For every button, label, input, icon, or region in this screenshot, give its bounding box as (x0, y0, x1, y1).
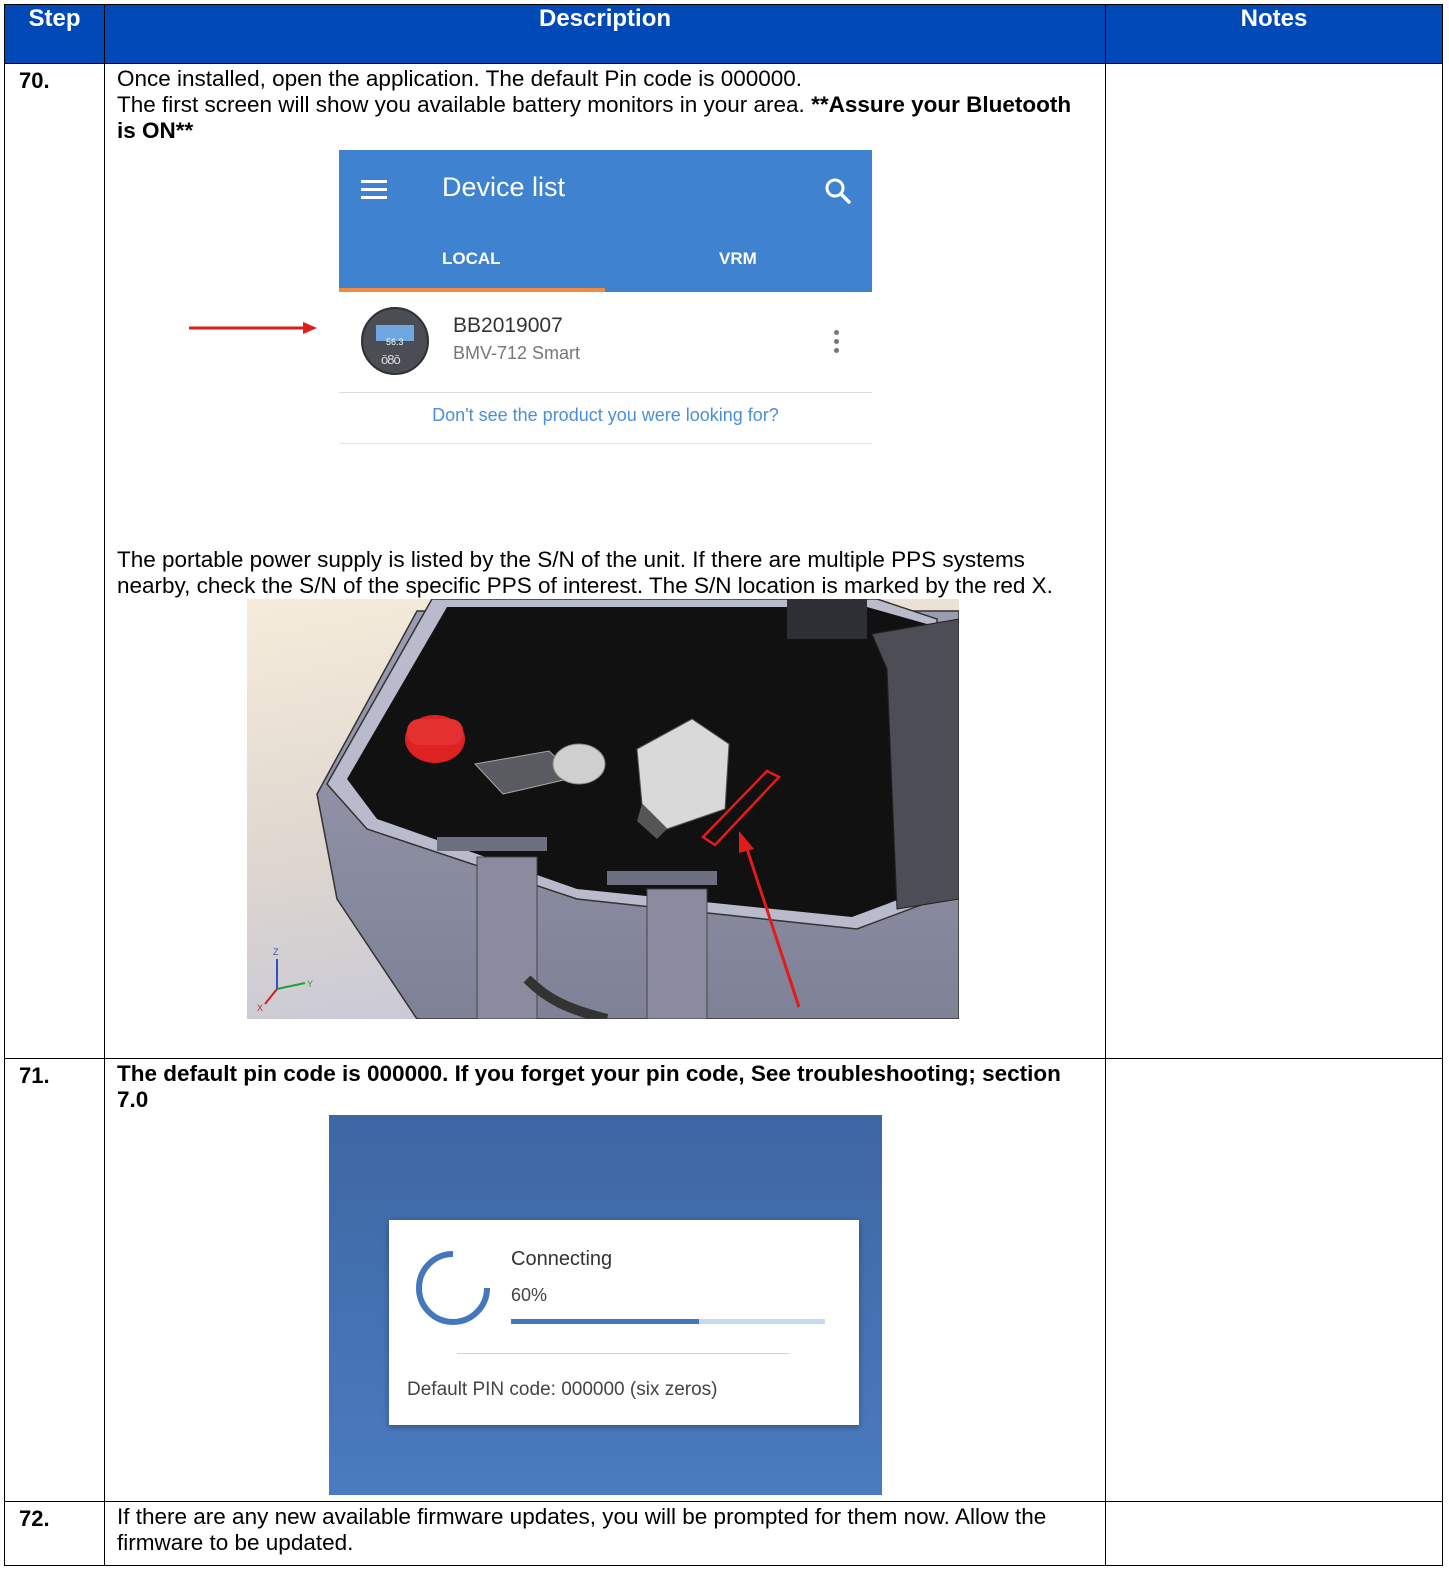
device-list-screenshot: Device list LOCAL VRM 56.3 ō8ō BB2019007 (339, 150, 872, 445)
screen-title: Device list (442, 172, 566, 202)
device-display: 56.3 (376, 325, 414, 347)
red-arrow-icon (189, 322, 317, 334)
tab-vrm[interactable]: VRM (719, 246, 757, 272)
progress-percent: 60% (511, 1285, 548, 1305)
instruction-text: The first screen will show you available… (117, 92, 1072, 143)
procedure-table: Step Description Notes 70. Once installe… (4, 4, 1443, 1566)
notes-cell (1105, 63, 1443, 1059)
default-pin-text: Default PIN code: 000000 (six zeros) (407, 1379, 718, 1400)
device-name[interactable]: BB2019007 (453, 313, 563, 339)
description-cell: Once installed, open the application. Th… (104, 63, 1106, 1059)
instruction-text: Once installed, open the application. Th… (117, 66, 803, 91)
pps-cad-render: Z Y X (247, 598, 960, 1024)
hamburger-menu-icon[interactable] (361, 180, 387, 200)
missing-product-link[interactable]: Don't see the product you were looking f… (339, 402, 872, 428)
svg-text:Z: Z (273, 947, 279, 957)
more-options-icon[interactable] (834, 330, 840, 357)
svg-text:Y: Y (307, 979, 313, 989)
instruction-text: The portable power supply is listed by t… (117, 547, 1053, 598)
connecting-screenshot: Connecting 60% Default PIN code: 000000 … (329, 1115, 882, 1495)
step-number: 71. (4, 1058, 105, 1502)
device-list-figure: Device list LOCAL VRM 56.3 ō8ō BB2019007 (117, 150, 1095, 445)
table-row: 70. Once installed, open the application… (4, 63, 1443, 1059)
bmv-device-icon: 56.3 ō8ō (361, 307, 429, 375)
step-number: 72. (4, 1501, 105, 1566)
table-row: 72. If there are any new available firmw… (4, 1501, 1443, 1566)
notes-cell (1105, 1501, 1443, 1566)
progress-fill (511, 1319, 700, 1324)
step-header: Step (4, 4, 105, 64)
description-cell: If there are any new available firmware … (104, 1501, 1106, 1566)
divider (339, 392, 872, 393)
device-model: BMV-712 Smart (453, 343, 581, 363)
description-header: Description (104, 4, 1106, 64)
loading-spinner-icon (416, 1251, 490, 1325)
connecting-dialog: Connecting 60% Default PIN code: 000000 … (389, 1220, 859, 1425)
header-row: Step Description Notes (4, 4, 1443, 64)
instruction-text: If there are any new available firmware … (117, 1504, 1047, 1555)
app-bar (339, 150, 872, 292)
notes-header: Notes (1105, 4, 1443, 64)
table-row: 71. The default pin code is 000000. If y… (4, 1058, 1443, 1502)
notes-cell (1105, 1058, 1443, 1502)
search-icon[interactable] (823, 176, 853, 206)
step-number: 70. (4, 63, 105, 1059)
instruction-text: The default pin code is 000000. If you f… (117, 1061, 1061, 1112)
tab-local[interactable]: LOCAL (442, 246, 501, 272)
divider (339, 443, 872, 444)
description-cell: The default pin code is 000000. If you f… (104, 1058, 1106, 1502)
active-tab-indicator (339, 288, 605, 292)
progress-bar (511, 1319, 825, 1324)
connecting-label: Connecting (511, 1248, 613, 1270)
divider (457, 1353, 790, 1354)
svg-text:X: X (257, 1003, 263, 1013)
